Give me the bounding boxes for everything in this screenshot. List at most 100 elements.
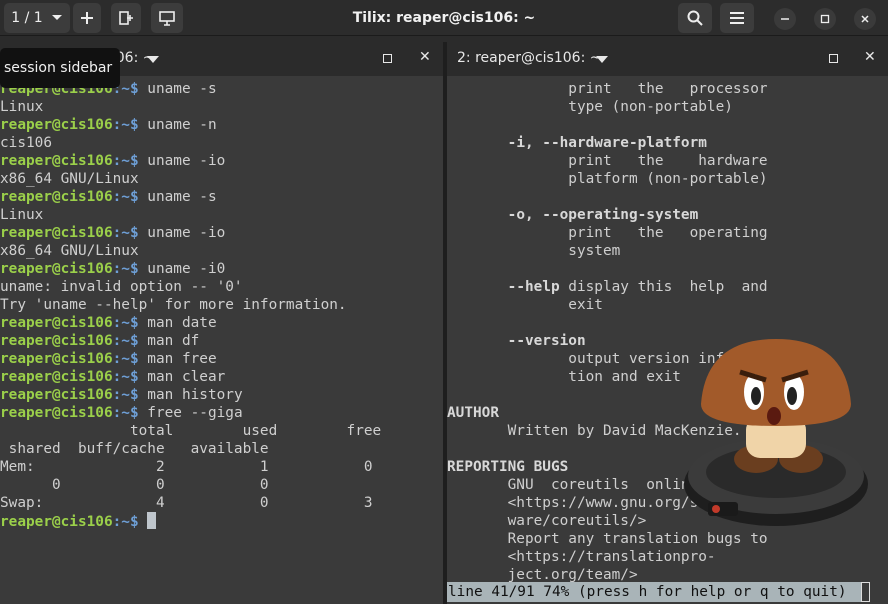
command-text: man history (138, 387, 243, 403)
prompt-line: reaper@cis106:~$ uname -s (0, 188, 443, 206)
prompt-user-host: reaper@cis106 (0, 405, 113, 421)
command-text: uname -s (138, 81, 217, 97)
prompt-path: :~$ (112, 405, 139, 421)
chevron-down-icon[interactable] (147, 56, 159, 63)
man-text: print the processor (447, 81, 768, 97)
goomba-robot-vacuum-wallpaper (684, 339, 868, 526)
prompt-line: reaper@cis106:~$ man history (0, 386, 443, 404)
command-text: uname -i0 (138, 261, 226, 277)
prompt-user-host: reaper@cis106 (0, 315, 113, 331)
find-button[interactable] (678, 3, 712, 33)
output-line: Mem: 2 1 0 (0, 459, 373, 475)
add-terminal-button[interactable] (73, 3, 101, 33)
maximize-terminal-icon[interactable] (829, 54, 838, 63)
command-text: free --giga (138, 405, 243, 421)
man-line: print the operating (447, 224, 888, 242)
prompt-line: reaper@cis106:~$ uname -i0 (0, 260, 443, 278)
maximize-button[interactable] (814, 8, 836, 30)
prompt-line: reaper@cis106:~$ free --giga (0, 404, 443, 422)
man-bold-text: AUTHOR (447, 405, 499, 421)
maximize-icon (820, 14, 830, 24)
sync-input-button[interactable] (151, 3, 183, 33)
man-line (447, 116, 888, 134)
close-terminal-icon[interactable]: ✕ (419, 49, 431, 65)
man-line (447, 314, 888, 332)
pager-status-line: line 41/91 74% (press h for help or q to… (447, 582, 861, 602)
man-bold-text: --version (507, 333, 586, 349)
minimize-icon (781, 18, 789, 20)
command-text: man clear (138, 369, 226, 385)
man-text (447, 333, 508, 349)
command-text: man df (138, 333, 200, 349)
man-text: platform (non-portable) (447, 171, 768, 187)
session-sidebar-tooltip: session sidebar (0, 48, 120, 88)
man-line: exit (447, 296, 888, 314)
man-line: print the hardware (447, 152, 888, 170)
man-line: -i, --hardware-platform (447, 134, 888, 152)
prompt-path: :~$ (112, 514, 139, 530)
close-button[interactable] (854, 8, 876, 30)
prompt-path: :~$ (112, 369, 139, 385)
terminal-output[interactable]: reaper@cis106:~$ uname -s Linux reaper@cis… (0, 80, 443, 604)
prompt-path: :~$ (112, 261, 139, 277)
prompt-user-host: reaper@cis106 (0, 351, 113, 367)
terminal-cursor (861, 582, 870, 602)
man-line: platform (non-portable) (447, 170, 888, 188)
menu-button[interactable] (720, 3, 754, 33)
man-line: --help display this help and (447, 278, 888, 296)
man-text: system (447, 243, 621, 259)
man-text: tion and exit (447, 369, 681, 385)
terminal-title[interactable]: 2: reaper@cis106: ~ (457, 50, 601, 66)
hamburger-icon (730, 12, 744, 24)
prompt-user-host: reaper@cis106 (0, 153, 113, 169)
prompt-line: reaper@cis106:~$ man free (0, 350, 443, 368)
man-text (447, 279, 508, 295)
prompt-line: reaper@cis106:~$ uname -io (0, 224, 443, 242)
man-line (447, 188, 888, 206)
prompt-path: :~$ (112, 225, 139, 241)
prompt-user-host: reaper@cis106 (0, 369, 113, 385)
man-text: print the operating (447, 225, 768, 241)
prompt-user-host: reaper@cis106 (0, 387, 113, 403)
prompt-user-host: reaper@cis106 (0, 514, 113, 530)
prompt-line: reaper@cis106:~$ uname -n (0, 116, 443, 134)
new-session-icon (119, 11, 133, 25)
prompt-path: :~$ (112, 153, 139, 169)
output-line: Try 'uname --help' for more information. (0, 297, 347, 313)
man-text (447, 207, 508, 223)
terminal-pane-left[interactable]: 1: reaper@cis106: ~ ✕ reaper@cis106:~$ u… (0, 42, 443, 604)
add-session-button[interactable] (111, 3, 141, 33)
close-terminal-icon[interactable]: ✕ (864, 49, 876, 65)
man-text: ware/coreutils/> (447, 513, 647, 529)
prompt-path: :~$ (112, 333, 139, 349)
prompt-line: reaper@cis106:~$ (0, 512, 443, 530)
man-line: <https://translationpro- (447, 548, 888, 566)
man-text (447, 135, 508, 151)
man-text: type (non-portable) (447, 99, 733, 115)
output-line: Swap: 4 0 3 (0, 495, 373, 511)
command-text: uname -n (138, 117, 217, 133)
prompt-path: :~$ (112, 387, 139, 403)
session-counter: 1 / 1 (11, 10, 43, 26)
man-line (447, 260, 888, 278)
command-text: uname -io (138, 153, 226, 169)
man-bold-text: --help (507, 279, 560, 295)
maximize-terminal-icon[interactable] (383, 54, 392, 63)
command-text: uname -s (138, 189, 217, 205)
prompt-user-host: reaper@cis106 (0, 225, 113, 241)
search-icon (687, 10, 703, 26)
minimize-button[interactable] (774, 8, 796, 30)
man-text: exit (447, 297, 603, 313)
session-switcher-button[interactable]: 1 / 1 (4, 3, 70, 33)
prompt-line: reaper@cis106:~$ uname -io (0, 152, 443, 170)
prompt-path: :~$ (112, 351, 139, 367)
man-line: type (non-portable) (447, 98, 888, 116)
terminal-titlebar: 2: reaper@cis106: ~ ✕ (447, 42, 888, 76)
prompt-user-host: reaper@cis106 (0, 117, 113, 133)
man-bold-text: -o, --operating-system (507, 207, 699, 223)
output-line: uname: invalid option -- '0' (0, 279, 243, 295)
output-line: x86_64 GNU/Linux (0, 171, 139, 187)
man-bold-text: REPORTING BUGS (447, 459, 569, 475)
chevron-down-icon[interactable] (596, 56, 608, 63)
prompt-path: :~$ (112, 315, 139, 331)
